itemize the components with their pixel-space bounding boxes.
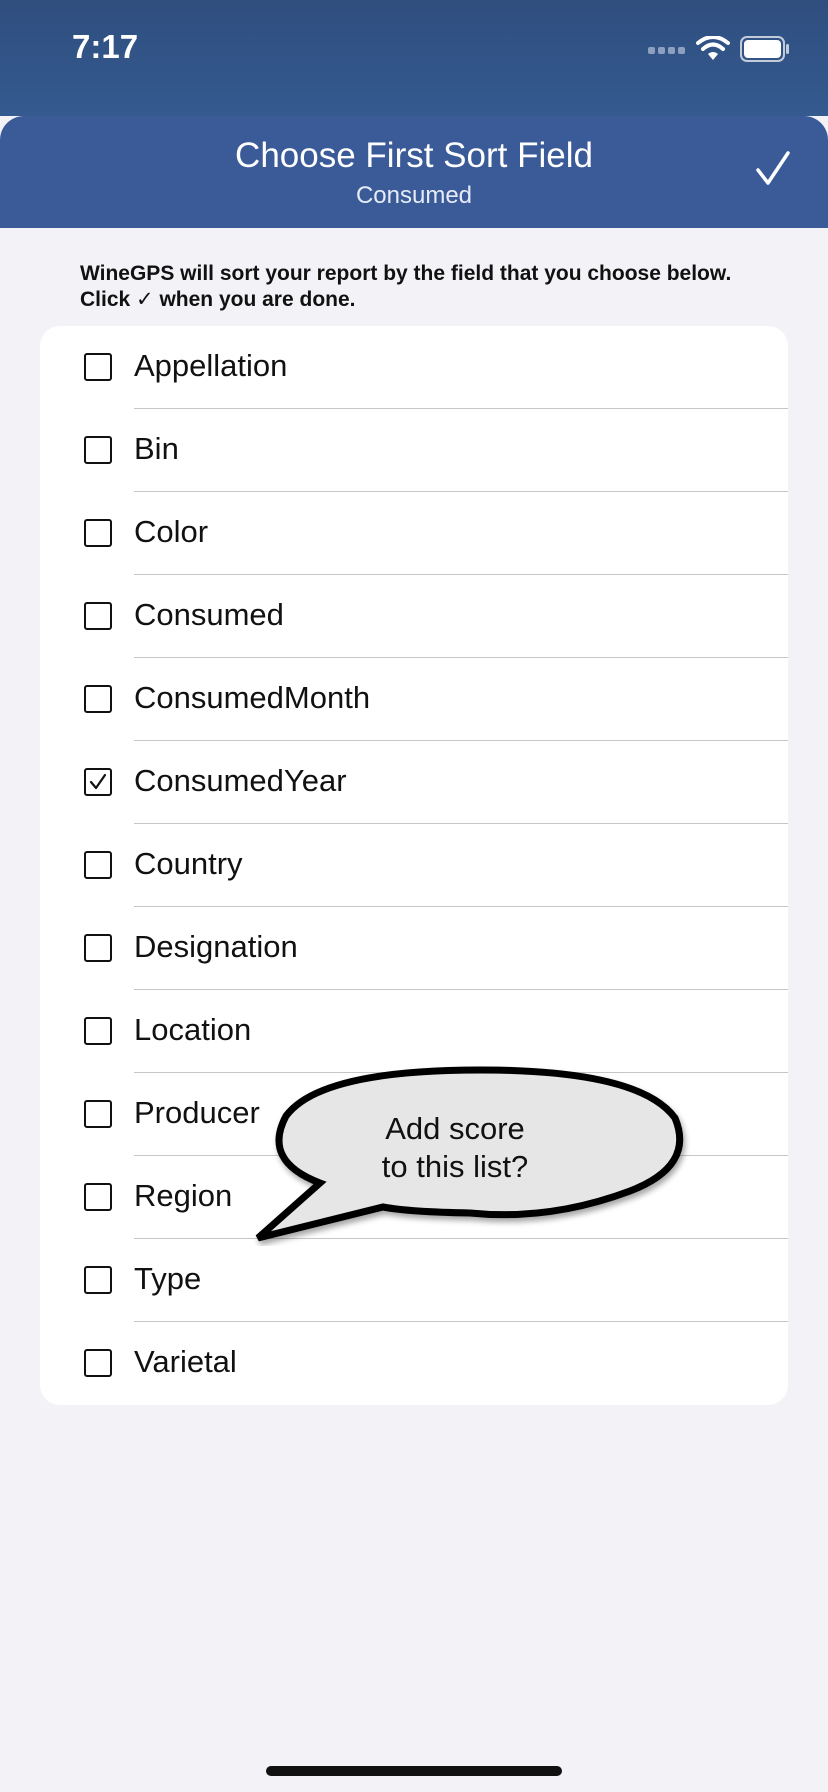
speech-bubble-callout: Add score to this list? (250, 1066, 690, 1246)
item-label: Appellation (134, 348, 288, 383)
checkbox-icon[interactable] (84, 1100, 112, 1128)
status-icons (648, 35, 790, 67)
checkbox-icon[interactable] (84, 934, 112, 962)
list-item-color[interactable]: Color (40, 492, 788, 575)
cellular-signal-icon (648, 43, 686, 61)
instructions-text: WineGPS will sort your report by the fie… (80, 262, 732, 311)
checkbox-icon[interactable] (84, 1017, 112, 1045)
item-label: Varietal (134, 1344, 237, 1379)
sheet-header: Choose First Sort Field Consumed (0, 116, 828, 228)
item-label: Producer (134, 1095, 260, 1130)
list-item-location[interactable]: Location (40, 990, 788, 1073)
callout-text: Add score to this list? (381, 1111, 529, 1184)
list-item-type[interactable]: Type (40, 1239, 788, 1322)
checkbox-icon[interactable] (84, 685, 112, 713)
checkbox-icon[interactable] (84, 602, 112, 630)
done-button[interactable] (748, 146, 798, 196)
list-item-designation[interactable]: Designation (40, 907, 788, 990)
list-item-country[interactable]: Country (40, 824, 788, 907)
status-time: 7:17 (72, 28, 139, 65)
header-subtitle: Consumed (355, 182, 473, 209)
checkmark-icon (755, 150, 791, 192)
item-label: Consumed (134, 597, 284, 632)
list-item-appellation[interactable]: Appellation (40, 326, 788, 409)
wifi-icon (696, 35, 730, 67)
item-label: Type (134, 1261, 202, 1296)
status-bar: 7:17 (0, 0, 828, 116)
header-title: Choose First Sort Field (235, 136, 593, 175)
item-label: Designation (134, 929, 298, 964)
home-indicator (266, 1766, 562, 1776)
list-item-consumedyear[interactable]: ConsumedYear (40, 741, 788, 824)
checkbox-icon[interactable] (84, 436, 112, 464)
list-item-consumed[interactable]: Consumed (40, 575, 788, 658)
list-item-bin[interactable]: Bin (40, 409, 788, 492)
item-label: ConsumedMonth (134, 680, 371, 715)
item-label: Location (134, 1012, 252, 1047)
item-label: Region (134, 1178, 233, 1213)
checkbox-checked-icon[interactable] (84, 768, 112, 796)
checkbox-icon[interactable] (84, 353, 112, 381)
checkbox-icon[interactable] (84, 1349, 112, 1377)
checkbox-icon[interactable] (84, 1183, 112, 1211)
list-item-varietal[interactable]: Varietal (40, 1322, 788, 1405)
list-item-consumedmonth[interactable]: ConsumedMonth (40, 658, 788, 741)
battery-icon (740, 36, 790, 67)
checkbox-icon[interactable] (84, 851, 112, 879)
item-label: ConsumedYear (134, 763, 347, 798)
checkbox-icon[interactable] (84, 1266, 112, 1294)
checkbox-icon[interactable] (84, 519, 112, 547)
item-label: Color (134, 514, 209, 549)
item-label: Country (134, 846, 243, 881)
item-label: Bin (134, 431, 179, 466)
